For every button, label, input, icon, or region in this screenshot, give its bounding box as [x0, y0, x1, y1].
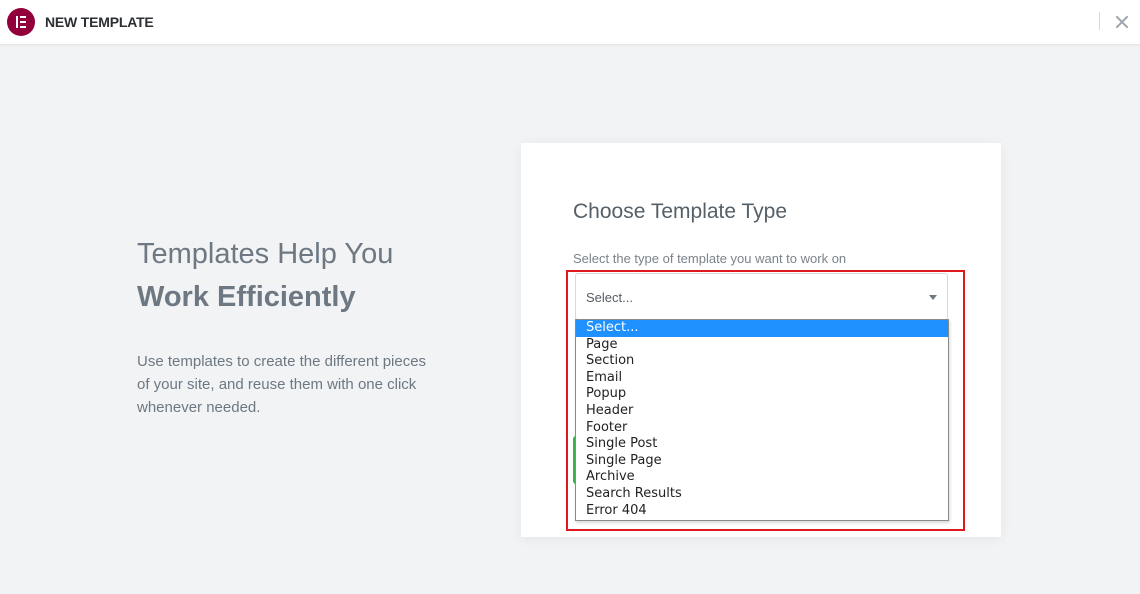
top-bar: NEW TEMPLATE	[0, 0, 1140, 45]
template-type-select-value: Select...	[586, 290, 633, 305]
dropdown-option[interactable]: Footer	[576, 420, 948, 437]
intro-description: Use templates to create the different pi…	[137, 353, 427, 416]
chevron-down-icon	[929, 295, 937, 300]
dropdown-option[interactable]: Single Page	[576, 453, 948, 470]
intro-heading-line2: Work Efficiently	[137, 281, 356, 313]
template-type-dropdown: Select... Page Section Email Popup Header Foot…	[575, 319, 949, 521]
dropdown-option[interactable]: Email	[576, 370, 948, 387]
dropdown-option[interactable]: Header	[576, 403, 948, 420]
template-type-label: Select the type of template you want to …	[573, 251, 847, 266]
form-title: Choose Template Type	[573, 200, 788, 223]
dropdown-option[interactable]: Select...	[576, 320, 948, 337]
dropdown-option[interactable]: Error 404	[576, 503, 948, 520]
dropdown-option[interactable]: Single Post	[576, 436, 948, 453]
intro-heading-line1: Templates Help You	[137, 238, 394, 270]
template-type-select[interactable]: Select...	[575, 273, 948, 320]
header-divider	[1099, 12, 1100, 30]
dropdown-option[interactable]: Archive	[576, 469, 948, 486]
dropdown-option[interactable]: Search Results	[576, 486, 948, 503]
header-title: NEW TEMPLATE	[45, 14, 154, 30]
dropdown-option[interactable]: Section	[576, 353, 948, 370]
dropdown-option[interactable]: Page	[576, 337, 948, 354]
close-icon[interactable]	[1110, 10, 1134, 34]
elementor-logo-icon	[7, 8, 35, 36]
dropdown-option[interactable]: Popup	[576, 386, 948, 403]
